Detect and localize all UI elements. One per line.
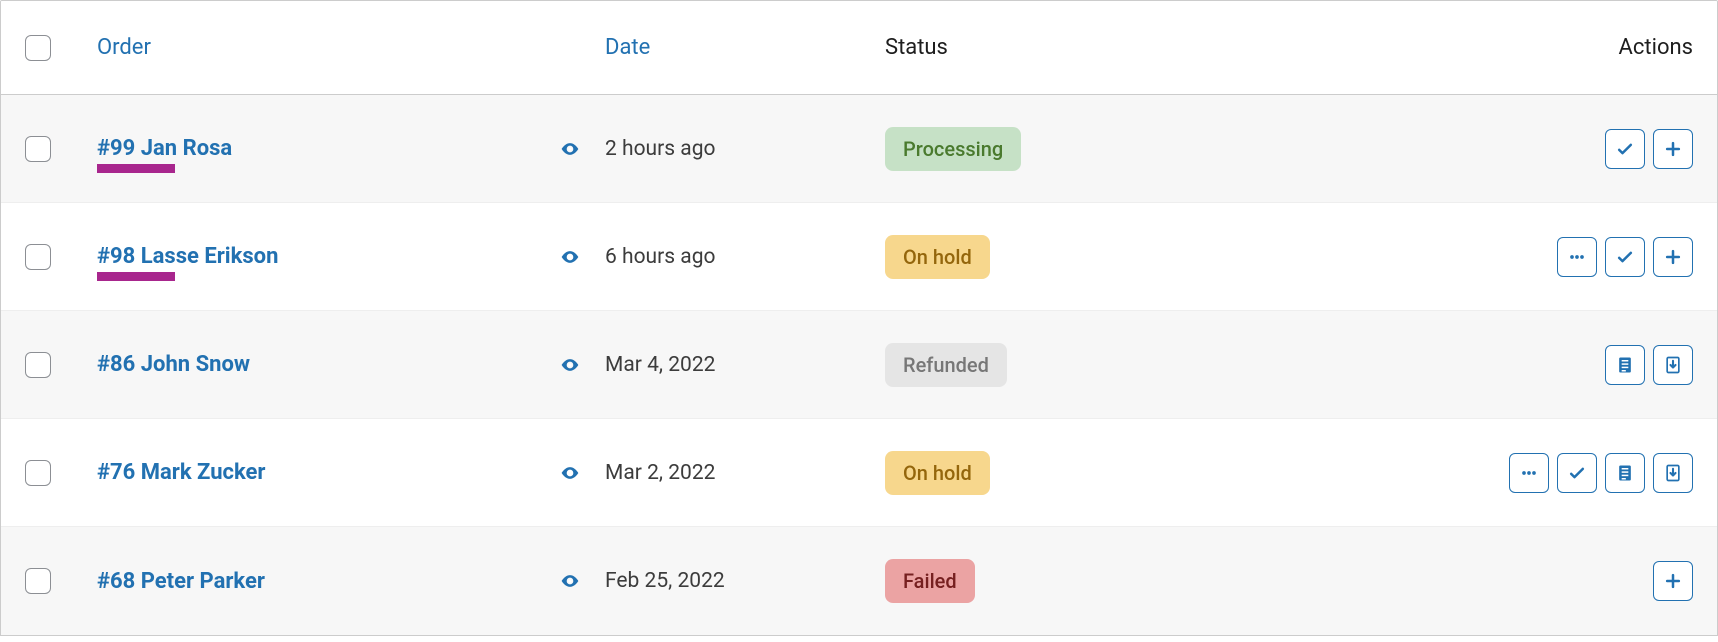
check-button[interactable]	[1557, 453, 1597, 493]
highlight-bar	[97, 164, 175, 173]
order-link[interactable]: #99 Jan Rosa	[97, 136, 232, 161]
table-header-row: Order Date Status Actions	[1, 1, 1717, 95]
column-header-actions: Actions	[1619, 35, 1693, 60]
plus-icon	[1663, 571, 1683, 591]
order-link[interactable]: #86 John Snow	[97, 352, 250, 377]
orders-table: Order Date Status Actions #99 Jan Rosa 2 …	[0, 0, 1718, 636]
download-button[interactable]	[1653, 345, 1693, 385]
more-actions-button[interactable]	[1557, 237, 1597, 277]
order-date: 2 hours ago	[605, 137, 716, 161]
more-actions-button[interactable]	[1509, 453, 1549, 493]
order-link[interactable]: #76 Mark Zucker	[97, 460, 265, 485]
row-checkbox[interactable]	[25, 460, 51, 486]
check-icon	[1615, 247, 1635, 267]
more-actions-icon	[1519, 463, 1539, 483]
table-row: #76 Mark Zucker Mar 2, 2022 On hold	[1, 419, 1717, 527]
status-badge: Failed	[885, 559, 975, 603]
plus-button[interactable]	[1653, 129, 1693, 169]
plus-icon	[1663, 247, 1683, 267]
check-button[interactable]	[1605, 129, 1645, 169]
plus-button[interactable]	[1653, 561, 1693, 601]
invoice-button[interactable]	[1605, 345, 1645, 385]
row-checkbox[interactable]	[25, 568, 51, 594]
order-date: Mar 2, 2022	[605, 461, 715, 485]
order-date: Feb 25, 2022	[605, 569, 725, 593]
check-button[interactable]	[1605, 237, 1645, 277]
select-all-checkbox[interactable]	[25, 35, 51, 61]
invoice-icon	[1615, 463, 1635, 483]
order-date: Mar 4, 2022	[605, 353, 715, 377]
preview-eye-icon[interactable]	[557, 571, 583, 591]
preview-eye-icon[interactable]	[557, 139, 583, 159]
status-badge: On hold	[885, 451, 990, 495]
check-icon	[1567, 463, 1587, 483]
download-icon	[1663, 463, 1683, 483]
status-badge: Refunded	[885, 343, 1007, 387]
preview-eye-icon[interactable]	[557, 355, 583, 375]
preview-eye-icon[interactable]	[557, 463, 583, 483]
table-row: #86 John Snow Mar 4, 2022 Refunded	[1, 311, 1717, 419]
plus-button[interactable]	[1653, 237, 1693, 277]
preview-eye-icon[interactable]	[557, 247, 583, 267]
download-icon	[1663, 355, 1683, 375]
order-link[interactable]: #68 Peter Parker	[97, 569, 265, 594]
status-badge: On hold	[885, 235, 990, 279]
download-button[interactable]	[1653, 453, 1693, 493]
more-actions-icon	[1567, 247, 1587, 267]
check-icon	[1615, 139, 1635, 159]
row-checkbox[interactable]	[25, 244, 51, 270]
invoice-button[interactable]	[1605, 453, 1645, 493]
row-checkbox[interactable]	[25, 136, 51, 162]
row-checkbox[interactable]	[25, 352, 51, 378]
order-date: 6 hours ago	[605, 245, 716, 269]
column-header-status: Status	[885, 35, 948, 60]
column-header-date[interactable]: Date	[605, 35, 650, 60]
table-row: #68 Peter Parker Feb 25, 2022 Failed	[1, 527, 1717, 635]
table-row: #99 Jan Rosa 2 hours ago Processing	[1, 95, 1717, 203]
highlight-bar	[97, 272, 175, 281]
order-link[interactable]: #98 Lasse Erikson	[97, 244, 278, 269]
column-header-order[interactable]: Order	[97, 35, 151, 60]
plus-icon	[1663, 139, 1683, 159]
status-badge: Processing	[885, 127, 1021, 171]
table-row: #98 Lasse Erikson 6 hours ago On hold	[1, 203, 1717, 311]
invoice-icon	[1615, 355, 1635, 375]
